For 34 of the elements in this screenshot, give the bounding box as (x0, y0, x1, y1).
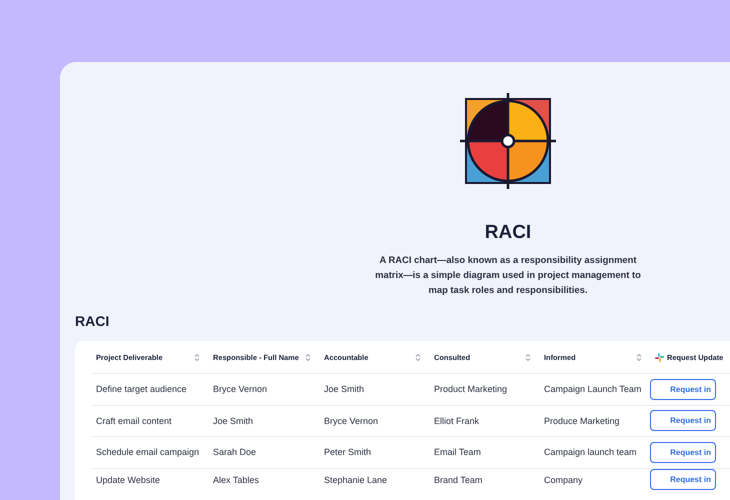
table-cell: Craft email content (96, 416, 172, 426)
table-cell: Elliot Frank (434, 416, 480, 426)
request-button[interactable]: Request in (650, 410, 716, 432)
table-cell: Sarah Doe (213, 447, 256, 458)
request-button[interactable]: Request in (650, 378, 716, 400)
table-cell: Bryce Vernon (213, 384, 268, 394)
hero-description: A RACI chart—also known as a responsibility assignment matrix—is a simple diagram used in project management to map task roles and responsibilities. (374, 253, 642, 297)
table-cell: Email Team (434, 447, 481, 458)
table-cell: Joe Smith (213, 416, 254, 426)
table-cell: Schedule email campaign (96, 447, 200, 458)
sort-icon[interactable] (636, 352, 642, 362)
table-cell: Company (544, 474, 583, 484)
table-cell: Bryce Vernon (324, 416, 378, 426)
table-cell: Update Website (96, 474, 160, 484)
table-cell: Produce Marketing (544, 416, 620, 426)
slack-logo-icon (655, 352, 664, 362)
crosshair-quadrant-icon (459, 92, 557, 190)
table-cell: Alex Tables (213, 474, 259, 484)
sort-icon[interactable] (305, 352, 311, 362)
sort-icon[interactable] (194, 352, 200, 362)
table-cell: Define target audience (96, 384, 187, 394)
table-cell: Joe Smith (324, 384, 364, 394)
hero-title: RACI (484, 222, 532, 244)
table-cell: Campaign launch team (544, 447, 637, 458)
section-title: RACI (75, 313, 110, 329)
table-cell: Stephanie Lane (324, 474, 388, 484)
table-cell: Product Marketing (434, 384, 508, 394)
table-cell: Brand Team (434, 474, 482, 484)
request-button[interactable]: Request in (650, 468, 716, 490)
table-cell: Peter Smith (324, 447, 372, 458)
table-cell: Campaign Launch Team (544, 384, 642, 394)
sort-icon[interactable] (415, 352, 421, 362)
request-button[interactable]: Request in (650, 442, 716, 463)
sort-icon[interactable] (525, 352, 531, 362)
